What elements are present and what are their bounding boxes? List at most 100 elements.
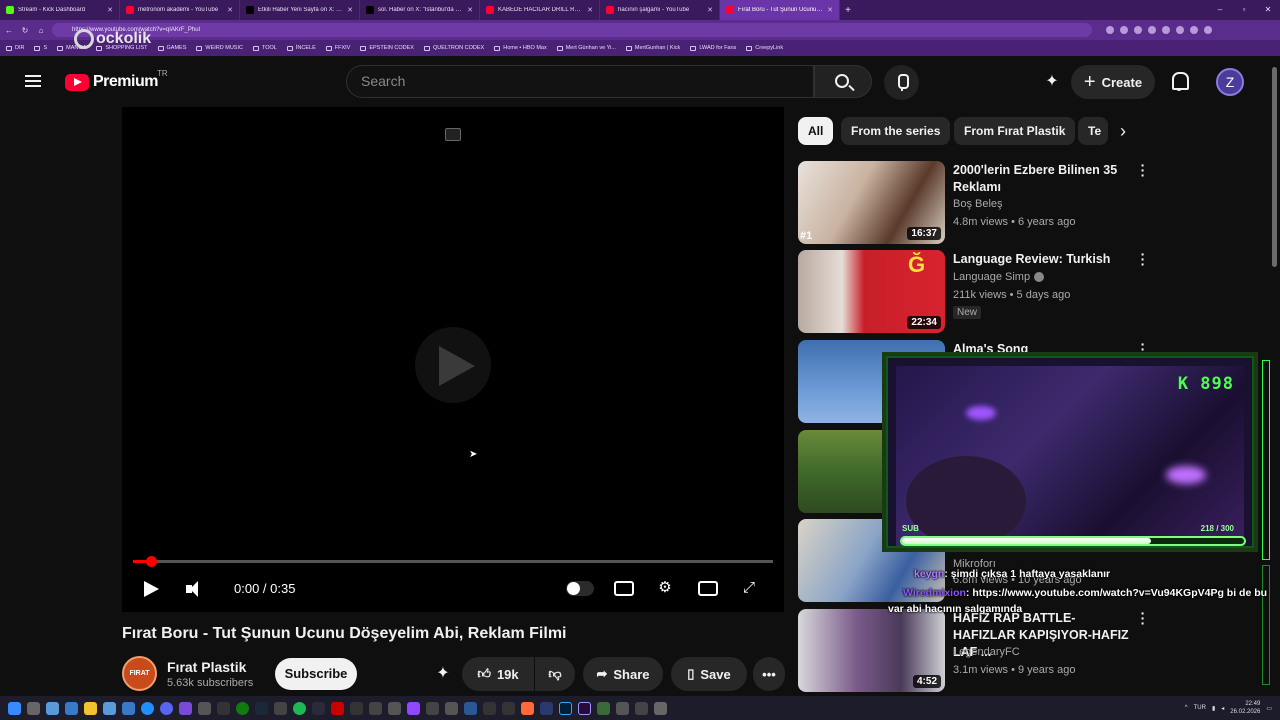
- extension-icon[interactable]: [1148, 26, 1156, 34]
- cast-icon[interactable]: [445, 128, 461, 141]
- chip-partial[interactable]: Te: [1078, 117, 1108, 145]
- chip-all[interactable]: All: [798, 117, 834, 145]
- home-icon[interactable]: ⌂: [36, 26, 46, 35]
- autoplay-toggle[interactable]: [566, 581, 594, 596]
- app-icon[interactable]: [426, 701, 439, 715]
- extension-icon[interactable]: [1134, 26, 1142, 34]
- steam-icon[interactable]: [255, 701, 268, 715]
- app-icon[interactable]: [312, 701, 325, 715]
- share-button[interactable]: ➦ Share: [583, 657, 663, 691]
- photoshop-icon[interactable]: [559, 701, 572, 715]
- extension-icon[interactable]: [1120, 26, 1128, 34]
- file-explorer-icon[interactable]: [84, 701, 97, 715]
- app-icon[interactable]: [179, 701, 192, 715]
- bookmark-item[interactable]: Home • HBO Max: [494, 45, 547, 51]
- app-icon[interactable]: [217, 701, 230, 715]
- premiere-icon[interactable]: [578, 701, 591, 715]
- app-icon[interactable]: [464, 701, 477, 715]
- windows-start-icon[interactable]: [8, 701, 21, 715]
- back-icon[interactable]: ←: [4, 26, 14, 35]
- extension-icon[interactable]: [1190, 26, 1198, 34]
- recommendation-item[interactable]: Ğ 22:34 Language Review: Turkish Languag…: [798, 247, 1158, 334]
- browser-tab[interactable]: sol. Haber on X: "İstanbul'da ortaö ✕: [360, 0, 480, 20]
- search-button[interactable]: [814, 65, 872, 98]
- language-indicator[interactable]: TUR: [1194, 705, 1206, 711]
- account-avatar[interactable]: Z: [1216, 68, 1244, 96]
- bookmark-item[interactable]: S: [34, 45, 47, 51]
- settings-gear-icon[interactable]: ⚙: [654, 577, 676, 599]
- more-vertical-icon[interactable]: ···: [1139, 247, 1147, 271]
- bookmark-item[interactable]: GAMES: [157, 45, 186, 51]
- volume-icon[interactable]: ◂: [1221, 705, 1224, 712]
- app-icon[interactable]: [521, 701, 534, 715]
- save-button[interactable]: ▯ Save: [671, 657, 747, 691]
- menu-icon[interactable]: [25, 75, 41, 87]
- fullscreen-icon[interactable]: ⤢: [738, 577, 760, 599]
- spotify-icon[interactable]: [293, 701, 306, 715]
- url-field[interactable]: https://www.youtube.com/watch?v=qIAKrF_P…: [52, 23, 1092, 37]
- browser-tab[interactable]: hacının şalgamı - YouTube ✕: [600, 0, 720, 20]
- extension-icon[interactable]: [1204, 26, 1212, 34]
- more-actions-button[interactable]: •••: [753, 657, 785, 691]
- search-icon[interactable]: [27, 701, 40, 715]
- app-icon[interactable]: [122, 701, 135, 715]
- chip-from-channel[interactable]: From Fırat Plastik: [954, 117, 1076, 145]
- app-icon[interactable]: [369, 701, 382, 715]
- close-window-icon[interactable]: ✕: [1256, 0, 1280, 20]
- app-icon[interactable]: [483, 701, 496, 715]
- subtitles-icon[interactable]: [614, 581, 634, 596]
- app-icon[interactable]: [597, 701, 610, 715]
- browser-tab[interactable]: Stream - Kick Dashboard ✕: [0, 0, 120, 20]
- large-play-button[interactable]: [415, 327, 491, 403]
- close-tab-icon[interactable]: ✕: [107, 6, 113, 14]
- search-input[interactable]: Search: [346, 65, 814, 98]
- browser-tab[interactable]: KABEDE HACILAR DRILL REMIX(prod.✕: [480, 0, 600, 20]
- close-tab-icon[interactable]: ✕: [707, 6, 713, 14]
- app-icon[interactable]: [65, 701, 78, 715]
- app-icon[interactable]: [654, 701, 667, 715]
- video-thumbnail[interactable]: Ğ 22:34: [798, 250, 945, 333]
- recommendation-item[interactable]: #1 16:37 2000'lerin Ezbere Bilinen 35 Re…: [798, 158, 1158, 245]
- browser-tab[interactable]: Etkili Haber Yeni Sayfa on X: "Murat✕: [240, 0, 360, 20]
- close-tab-icon[interactable]: ✕: [227, 6, 233, 14]
- task-view-icon[interactable]: [46, 701, 59, 715]
- volume-icon[interactable]: [186, 580, 204, 598]
- extension-icon[interactable]: [1106, 26, 1114, 34]
- dislike-button[interactable]: 👎︎: [535, 657, 575, 691]
- app-icon[interactable]: [635, 701, 648, 715]
- scrollbar-thumb[interactable]: [1272, 67, 1277, 267]
- chip-from-series[interactable]: From the series: [841, 117, 951, 145]
- seek-handle[interactable]: [145, 556, 157, 567]
- recommendation-item[interactable]: 4:52 HAFIZ RAP BATTLE-HAFIZLAR KAPIŞIYOR…: [798, 606, 1158, 693]
- twitch-icon[interactable]: [407, 701, 420, 715]
- video-thumbnail[interactable]: 4:52: [798, 609, 945, 692]
- after-effects-icon[interactable]: [540, 701, 553, 715]
- bookmark-item[interactable]: WEIRD MUSIC: [196, 45, 243, 51]
- recommendation-title[interactable]: 2000'lerin Ezbere Bilinen 35 Reklamı: [953, 162, 1133, 196]
- bookmark-item[interactable]: EPSTEIN CODEX: [360, 45, 414, 51]
- subscribe-button[interactable]: Subscribe: [275, 658, 357, 690]
- bookmark-item[interactable]: MertGunhan | Kick: [625, 45, 680, 51]
- gemini-spark-icon[interactable]: ✦: [1042, 72, 1062, 92]
- clock[interactable]: 22:49 26.02.2026: [1230, 700, 1260, 716]
- xbox-icon[interactable]: [236, 701, 249, 715]
- extension-icon[interactable]: [1162, 26, 1170, 34]
- bookmark-item[interactable]: CreepyLink: [746, 45, 783, 51]
- app-icon[interactable]: [445, 701, 458, 715]
- reload-icon[interactable]: ↻: [20, 26, 30, 35]
- maximize-icon[interactable]: ▫: [1232, 0, 1256, 20]
- bookmark-item[interactable]: DIR: [6, 45, 24, 51]
- bookmark-item[interactable]: QUELTRON CODEX: [423, 45, 484, 51]
- app-icon[interactable]: [350, 701, 363, 715]
- channel-avatar[interactable]: FIRAT: [122, 656, 157, 691]
- close-tab-icon[interactable]: ✕: [587, 6, 593, 14]
- app-icon[interactable]: [331, 701, 344, 715]
- recommendation-channel[interactable]: LegendaryFC: [953, 646, 1020, 658]
- close-tab-icon[interactable]: ✕: [347, 6, 353, 14]
- app-icon[interactable]: [502, 701, 515, 715]
- youtube-logo[interactable]: Premium: [65, 73, 158, 91]
- close-tab-icon[interactable]: ✕: [467, 6, 473, 14]
- bookmark-item[interactable]: TOOL: [252, 45, 277, 51]
- play-icon[interactable]: [144, 581, 159, 597]
- voice-search-button[interactable]: [884, 65, 919, 100]
